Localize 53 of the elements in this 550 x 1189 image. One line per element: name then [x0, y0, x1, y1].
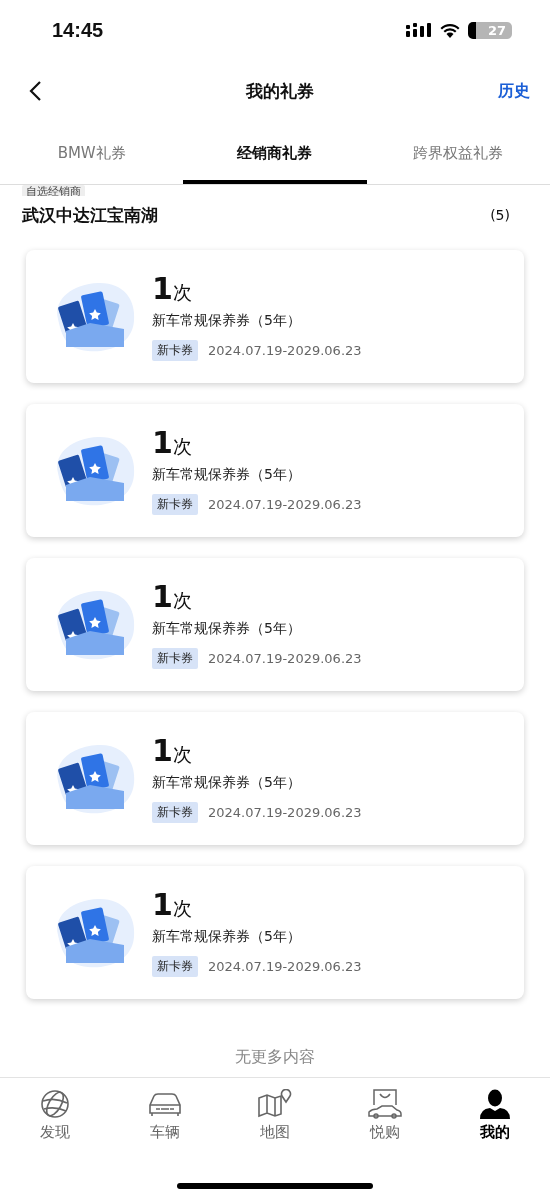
nav-item[interactable]: 车辆 [110, 1087, 220, 1143]
usage-unit: 次 [172, 433, 192, 459]
nav-item[interactable]: 发现 [0, 1087, 110, 1143]
coupon-card[interactable]: 1次 新车常规保养券（5年） 新卡券 2024.07.19-2029.06.23 [26, 404, 524, 537]
coupon-tag: 新卡券 [152, 493, 198, 515]
coupon-title: 新车常规保养券（5年） [152, 773, 302, 792]
usage-count: 1 [152, 734, 173, 767]
usage-count: 1 [152, 272, 173, 305]
validity-dates: 2024.07.19-2029.06.23 [208, 650, 362, 666]
coupon-card[interactable]: 1次 新车常规保养券（5年） 新卡券 2024.07.19-2029.06.23 [26, 558, 524, 691]
coupon-count: (5) [490, 207, 510, 224]
map-icon [258, 1088, 292, 1119]
globe-icon [40, 1088, 70, 1119]
usage-unit: 次 [172, 895, 192, 921]
validity-dates: 2024.07.19-2029.06.23 [208, 342, 362, 358]
nav-item[interactable]: 我的 [440, 1087, 550, 1143]
history-link[interactable]: 历史 [498, 80, 530, 102]
coupon-title: 新车常规保养券（5年） [152, 619, 302, 638]
tab[interactable]: BMW礼券 [0, 120, 184, 185]
person-icon [479, 1088, 511, 1119]
coupon-card[interactable]: 1次 新车常规保养券（5年） 新卡券 2024.07.19-2029.06.23 [26, 250, 524, 383]
usage-unit: 次 [172, 741, 192, 767]
usage-count: 1 [152, 580, 173, 613]
status-time: 14:45 [52, 19, 104, 43]
end-note: 无更多内容 [234, 1047, 316, 1068]
signal-icon [405, 22, 432, 39]
coupon-card[interactable]: 1次 新车常规保养券（5年） 新卡券 2024.07.19-2029.06.23 [26, 866, 524, 999]
usage-count: 1 [152, 426, 173, 459]
tab[interactable]: 经销商礼券 [183, 120, 367, 185]
nav-item[interactable]: 悦购 [330, 1087, 440, 1143]
coupon-title: 新车常规保养券（5年） [152, 927, 302, 946]
nav-item[interactable]: 地图 [220, 1087, 330, 1143]
wifi-icon [439, 23, 460, 39]
dealer-name: 武汉中达江宝南湖 [22, 203, 158, 227]
validity-dates: 2024.07.19-2029.06.23 [208, 958, 362, 974]
coupon-tag: 新卡券 [152, 339, 198, 361]
coupon-card[interactable]: 1次 新车常规保养券（5年） 新卡券 2024.07.19-2029.06.23 [26, 712, 524, 845]
coupon-title: 新车常规保养券（5年） [152, 465, 302, 484]
battery-indicator: 27 [467, 22, 512, 40]
coupon-tag: 新卡券 [152, 801, 198, 823]
dealer-tag: 自选经销商 [22, 185, 85, 197]
coupon-tag: 新卡券 [152, 955, 198, 977]
usage-count: 1 [152, 888, 173, 921]
tab[interactable]: 跨界权益礼券 [366, 120, 550, 185]
coupon-title: 新车常规保养券（5年） [152, 311, 302, 330]
shopping-bag-car-icon [368, 1088, 402, 1119]
page-title: 我的礼券 [246, 79, 314, 103]
usage-unit: 次 [172, 279, 192, 305]
usage-unit: 次 [172, 587, 192, 613]
validity-dates: 2024.07.19-2029.06.23 [208, 496, 362, 512]
back-icon[interactable] [28, 80, 42, 103]
coupon-tag: 新卡券 [152, 647, 198, 669]
validity-dates: 2024.07.19-2029.06.23 [208, 804, 362, 820]
